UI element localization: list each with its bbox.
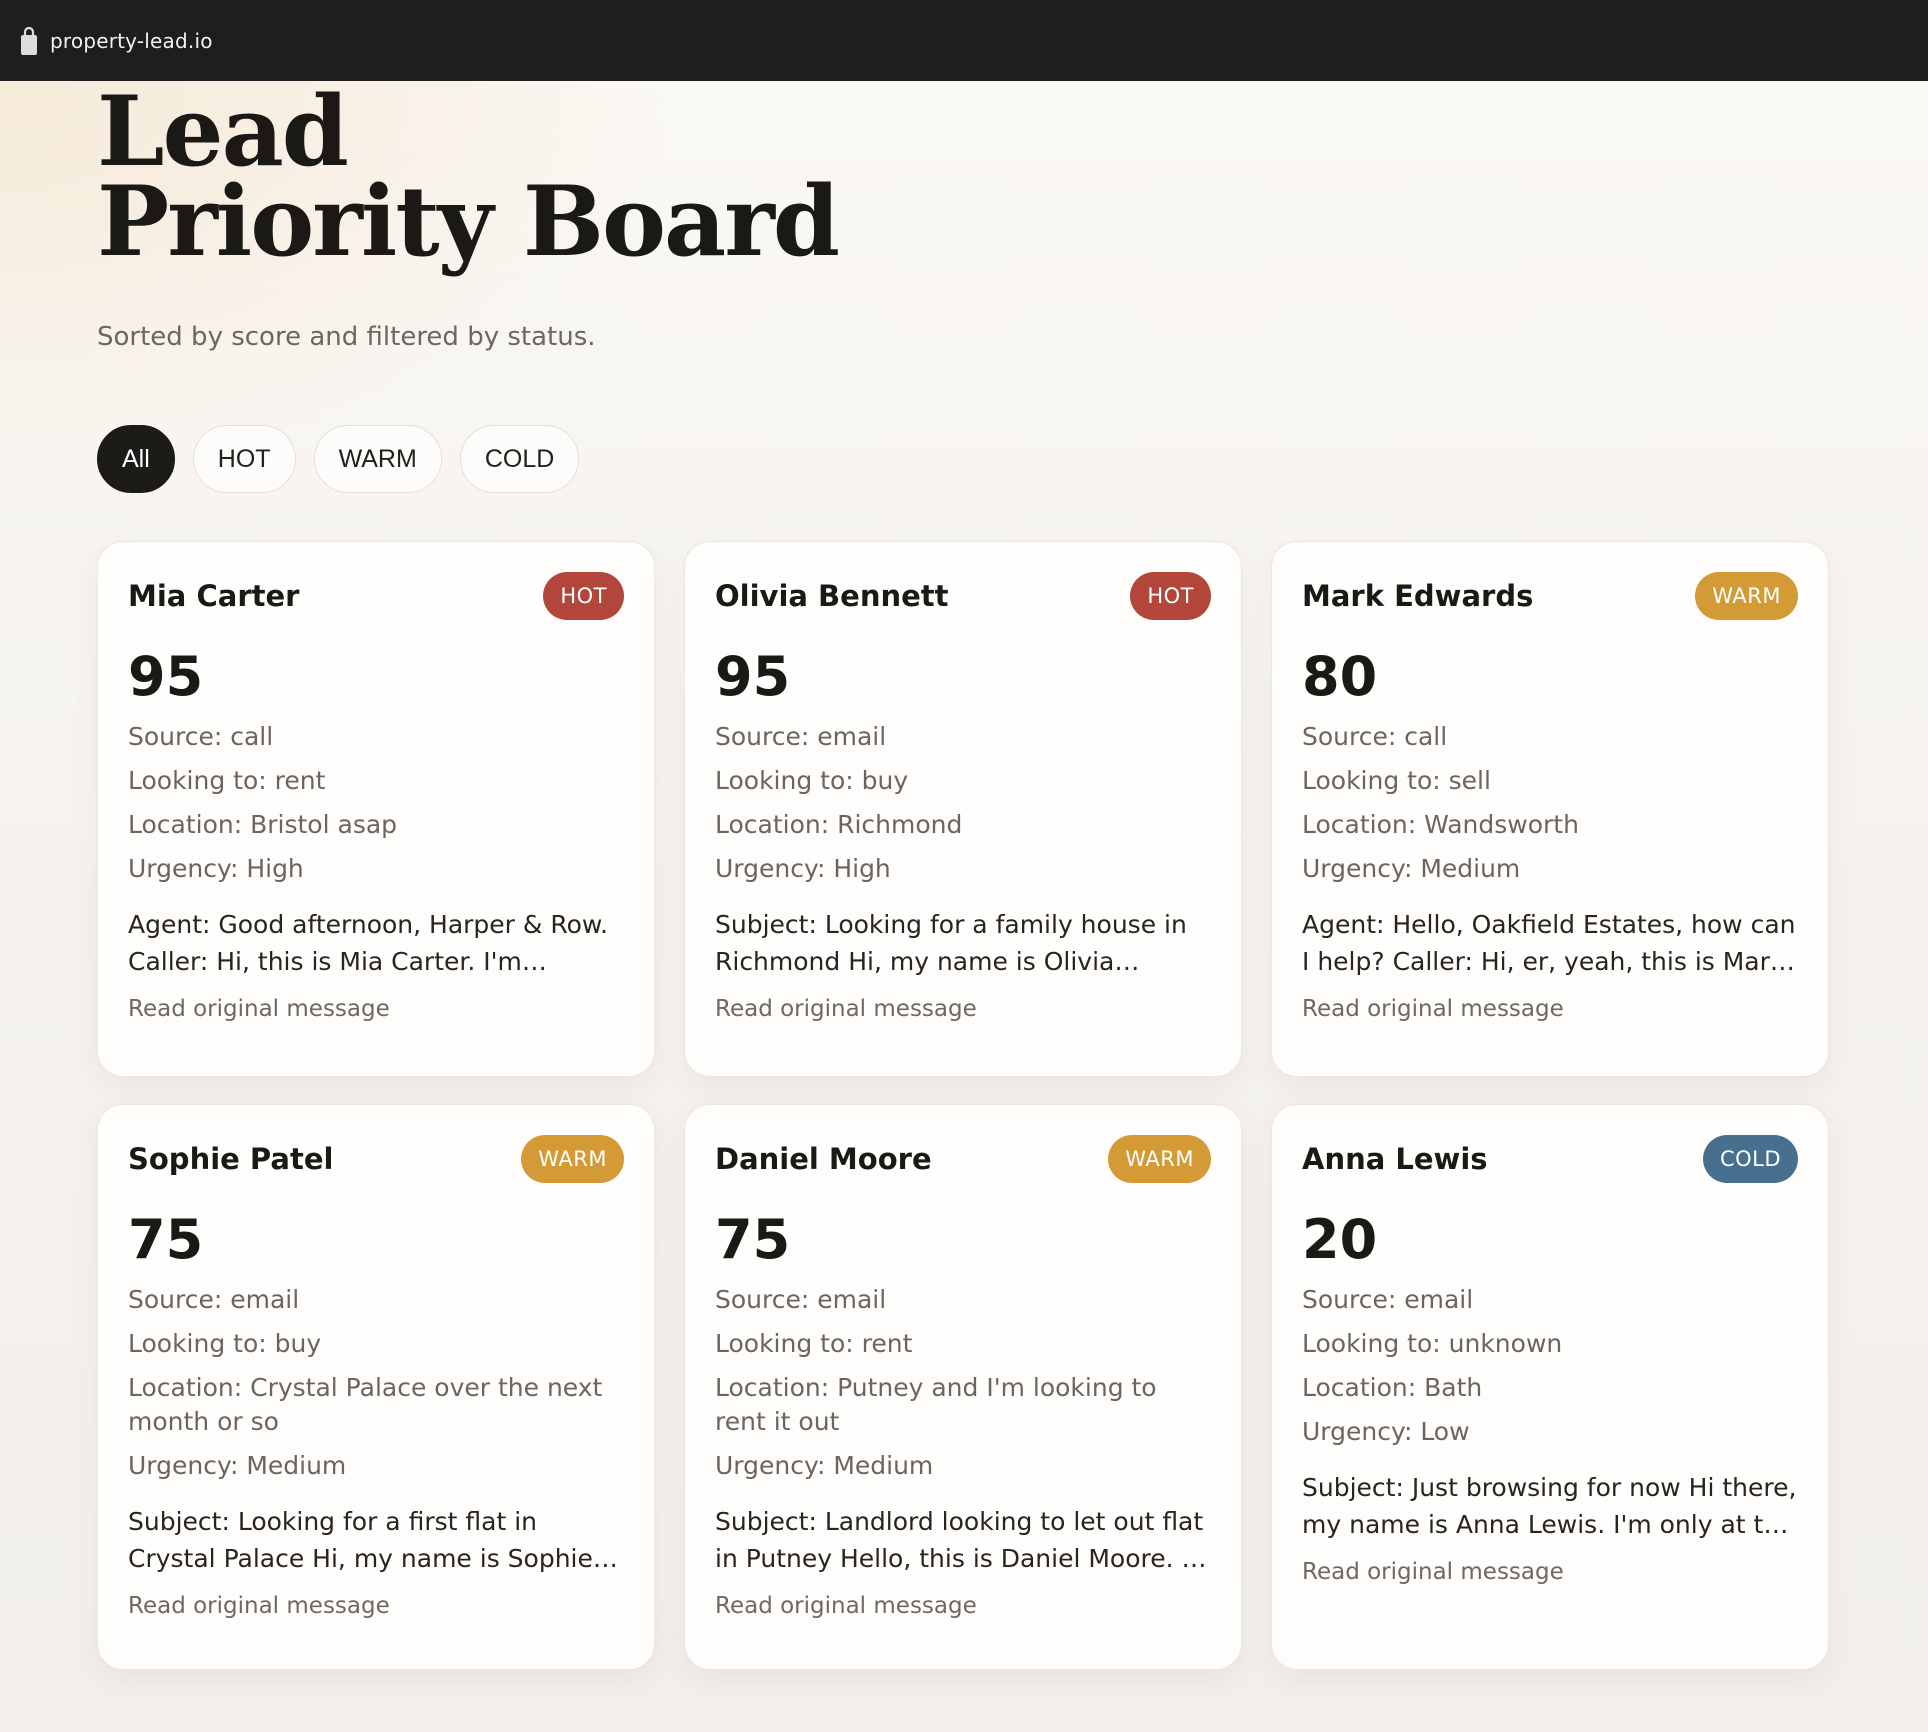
status-badge: WARM xyxy=(521,1135,624,1183)
lead-intent: Looking to: buy xyxy=(715,766,909,795)
status-badge: WARM xyxy=(1695,572,1798,620)
lead-card: Mia Carter HOT 95 Source: call Looking t… xyxy=(97,541,655,1077)
lead-location: Location: Bristol asap xyxy=(128,810,398,839)
lead-intent: Looking to: rent xyxy=(715,1329,913,1358)
lead-intent: Looking to: unknown xyxy=(1302,1329,1563,1358)
url-text[interactable]: property-lead.io xyxy=(50,29,213,53)
read-original-message-link[interactable]: Read original message xyxy=(128,1593,390,1619)
lead-name: Olivia Bennett xyxy=(715,579,949,613)
lead-name: Daniel Moore xyxy=(715,1142,932,1176)
lock-icon xyxy=(21,26,37,55)
lead-location: Location: Richmond xyxy=(715,810,963,839)
lead-details: Source: call Looking to: sell Location: … xyxy=(1302,720,1798,886)
lead-source: Source: email xyxy=(1302,1285,1474,1314)
lead-message-preview: Subject: Landlord looking to let out fla… xyxy=(715,1507,1204,1573)
lead-card-grid: Mia Carter HOT 95 Source: call Looking t… xyxy=(97,541,1831,1670)
lead-name: Anna Lewis xyxy=(1302,1142,1488,1176)
filter-all-button[interactable]: All xyxy=(97,425,175,493)
status-badge: WARM xyxy=(1108,1135,1211,1183)
lead-source: Source: email xyxy=(715,722,887,751)
lead-message-preview: Agent: Hello, Oakfield Estates, how can … xyxy=(1302,910,1796,976)
read-original-message-link[interactable]: Read original message xyxy=(1302,996,1564,1022)
lead-intent: Looking to: sell xyxy=(1302,766,1491,795)
lead-name: Sophie Patel xyxy=(128,1142,334,1176)
lead-card: Daniel Moore WARM 75 Source: email Looki… xyxy=(684,1104,1242,1670)
lead-details: Source: call Looking to: rent Location: … xyxy=(128,720,624,886)
lead-location: Location: Putney and I'm looking to rent… xyxy=(715,1373,1157,1436)
lead-message-preview: Subject: Looking for a family house in R… xyxy=(715,910,1187,976)
lead-details: Source: email Looking to: unknown Locati… xyxy=(1302,1283,1798,1449)
filter-warm-button[interactable]: WARM xyxy=(313,425,442,493)
lead-name: Mark Edwards xyxy=(1302,579,1534,613)
page-title: Lead Priority Board xyxy=(97,75,1097,278)
status-badge: COLD xyxy=(1702,1135,1798,1183)
read-original-message-link[interactable]: Read original message xyxy=(128,996,390,1022)
lead-location: Location: Crystal Palace over the next m… xyxy=(128,1373,603,1436)
status-filter-bar: All HOT WARM COLD xyxy=(97,425,580,493)
lead-score: 20 xyxy=(1302,1208,1378,1271)
lead-urgency: Urgency: Medium xyxy=(1302,854,1521,883)
read-original-message-link[interactable]: Read original message xyxy=(1302,1559,1564,1585)
page-title-line-2: Priority Board xyxy=(97,165,840,278)
lead-details: Source: email Looking to: buy Location: … xyxy=(715,720,1211,886)
lead-score: 95 xyxy=(128,645,204,708)
lead-name: Mia Carter xyxy=(128,579,300,613)
lead-source: Source: call xyxy=(128,722,274,751)
page-title-line-1: Lead xyxy=(97,75,349,188)
page: Lead Priority Board Sorted by score and … xyxy=(0,81,1928,1732)
lead-card: Olivia Bennett HOT 95 Source: email Look… xyxy=(684,541,1242,1077)
lead-score: 75 xyxy=(128,1208,204,1271)
lead-urgency: Urgency: Medium xyxy=(128,1451,347,1480)
lead-details: Source: email Looking to: buy Location: … xyxy=(128,1283,624,1483)
lead-score: 80 xyxy=(1302,645,1378,708)
lead-source: Source: call xyxy=(1302,722,1448,751)
status-badge: HOT xyxy=(1130,572,1211,620)
lead-urgency: Urgency: Low xyxy=(1302,1417,1470,1446)
browser-bar: property-lead.io xyxy=(0,0,1928,81)
lead-score: 95 xyxy=(715,645,791,708)
lead-intent: Looking to: rent xyxy=(128,766,326,795)
lead-score: 75 xyxy=(715,1208,791,1271)
lead-source: Source: email xyxy=(715,1285,887,1314)
lead-urgency: Urgency: High xyxy=(128,854,304,883)
status-badge: HOT xyxy=(543,572,624,620)
lead-message-preview: Subject: Just browsing for now Hi there,… xyxy=(1302,1473,1797,1539)
lead-details: Source: email Looking to: rent Location:… xyxy=(715,1283,1211,1483)
lead-card: Sophie Patel WARM 75 Source: email Looki… xyxy=(97,1104,655,1670)
lead-message-preview: Subject: Looking for a first flat in Cry… xyxy=(128,1507,593,1573)
page-subtitle: Sorted by score and filtered by status. xyxy=(97,322,596,352)
lead-message-preview: Agent: Good afternoon, Harper & Row. Cal… xyxy=(128,910,608,976)
lead-location: Location: Bath xyxy=(1302,1373,1483,1402)
read-original-message-link[interactable]: Read original message xyxy=(715,1593,977,1619)
filter-cold-button[interactable]: COLD xyxy=(459,425,580,493)
lead-card: Mark Edwards WARM 80 Source: call Lookin… xyxy=(1271,541,1829,1077)
lead-source: Source: email xyxy=(128,1285,300,1314)
read-original-message-link[interactable]: Read original message xyxy=(715,996,977,1022)
lead-location: Location: Wandsworth xyxy=(1302,810,1579,839)
filter-hot-button[interactable]: HOT xyxy=(192,425,296,493)
lead-intent: Looking to: buy xyxy=(128,1329,322,1358)
lead-urgency: Urgency: High xyxy=(715,854,891,883)
lead-urgency: Urgency: Medium xyxy=(715,1451,934,1480)
lead-card: Anna Lewis COLD 20 Source: email Looking… xyxy=(1271,1104,1829,1670)
